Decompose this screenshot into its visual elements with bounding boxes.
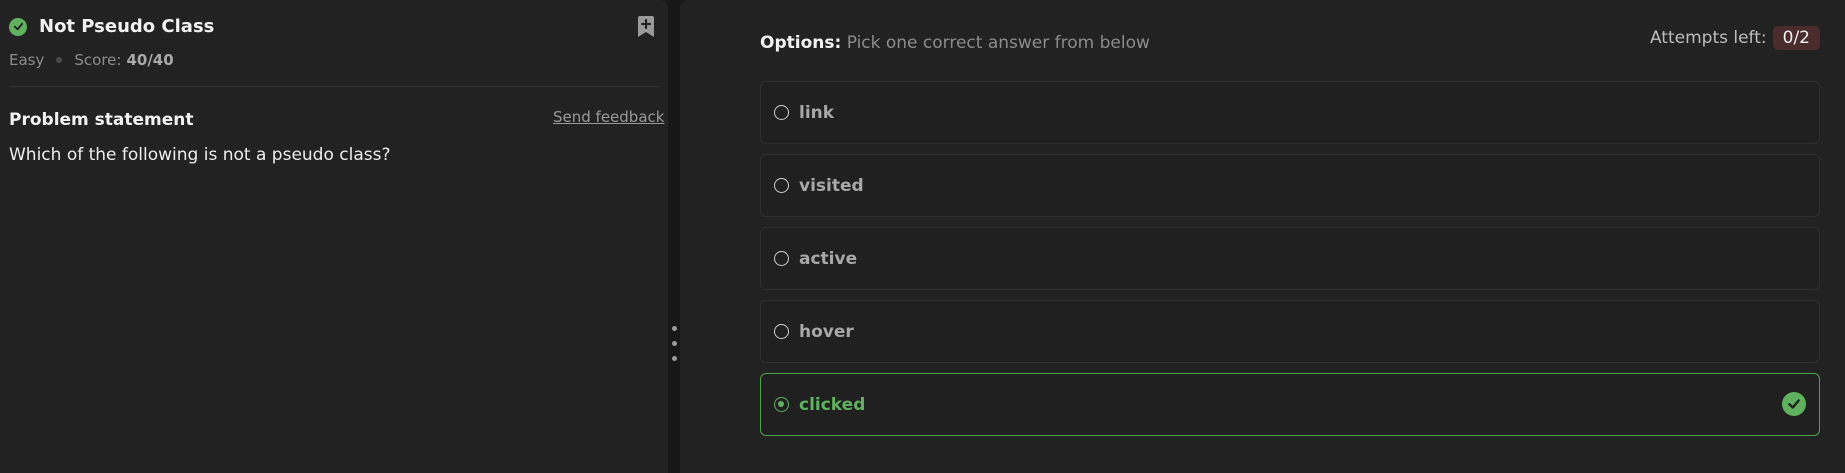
option-active[interactable]: active [760,227,1820,290]
radio-button[interactable] [774,251,789,266]
radio-button[interactable] [774,178,789,193]
radio-button[interactable] [774,105,789,120]
attempts-left: Attempts left: 0/2 [1650,26,1820,50]
options-label: Options: [760,33,842,53]
question-text: Which of the following is not a pseudo c… [9,145,391,165]
correct-check-icon [1782,392,1806,416]
panel-resize-handle[interactable] [668,0,680,473]
handle-dot [672,341,677,346]
solved-check-icon [9,17,27,36]
option-label: hover [799,321,854,342]
score-label: Score: [74,51,122,69]
option-label: clicked [799,394,866,415]
problem-panel: Not Pseudo Class Easy Score: 40/40 Probl… [0,0,668,473]
attempts-label: Attempts left: [1649,28,1767,48]
bookmark-add-icon[interactable] [636,16,656,38]
handle-dot [672,356,677,361]
option-clicked[interactable]: clicked [760,373,1820,436]
problem-meta: Easy Score: 40/40 [9,51,174,69]
problem-statement-heading: Problem statement [9,110,194,130]
options-header: Options: Pick one correct answer from be… [760,33,1150,53]
header-divider [9,86,659,87]
attempts-badge: 0/2 [1772,26,1820,50]
meta-separator [56,57,63,63]
option-label: visited [799,175,864,196]
title-row: Not Pseudo Class [9,16,214,37]
option-label: active [799,248,858,269]
option-visited[interactable]: visited [760,154,1820,217]
difficulty-badge: Easy [9,51,45,69]
option-hover[interactable]: hover [760,300,1820,363]
radio-button[interactable] [774,324,789,339]
handle-dot [672,326,677,331]
option-link[interactable]: link [760,81,1820,144]
options-instruction: Pick one correct answer from below [846,33,1150,53]
send-feedback-link[interactable]: Send feedback [553,108,664,126]
radio-button-selected[interactable] [774,397,789,412]
problem-title: Not Pseudo Class [39,16,215,37]
score-value: 40/40 [126,51,174,69]
option-label: link [799,102,835,123]
